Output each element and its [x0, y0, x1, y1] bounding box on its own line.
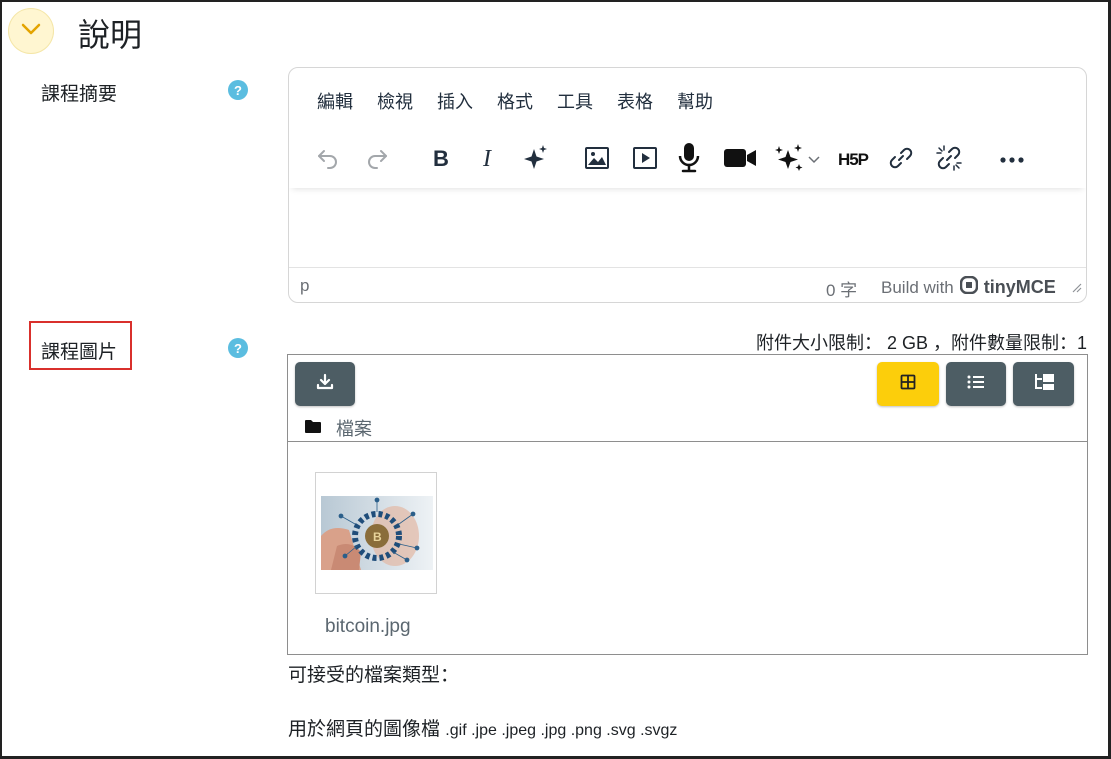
- resize-handle-icon[interactable]: [1070, 278, 1082, 298]
- element-path[interactable]: p: [300, 276, 309, 296]
- editor-statusbar: p 0 字 Build with tinyMCE: [289, 267, 1086, 302]
- file-name[interactable]: bitcoin.jpg: [325, 616, 411, 638]
- file-manager: 檔案 B bitcoin.jpg: [287, 354, 1088, 655]
- chevron-down-icon: [807, 151, 821, 169]
- download-icon: [315, 372, 335, 397]
- grid-icon: [900, 374, 916, 395]
- accepted-types-title: 可接受的檔案類型：: [288, 665, 460, 686]
- view-icons-button[interactable]: [877, 362, 939, 406]
- h5p-button[interactable]: H5P: [835, 142, 871, 178]
- image-help-icon[interactable]: ?: [228, 338, 248, 358]
- link-button[interactable]: [886, 142, 916, 178]
- insert-media-button[interactable]: [630, 142, 660, 178]
- record-audio-button[interactable]: [674, 142, 704, 178]
- image-icon: [584, 146, 610, 175]
- accepted-types-list: 用於網頁的圖像檔 .gif .jpe .jpeg .jpg .png .svg …: [288, 714, 677, 741]
- menu-view[interactable]: 檢視: [377, 88, 413, 114]
- svg-text:B: B: [373, 530, 382, 544]
- folder-icon: [304, 418, 322, 439]
- menu-edit[interactable]: 編輯: [317, 88, 353, 114]
- record-video-button[interactable]: [722, 142, 758, 178]
- extensions: .gif .jpe .jpeg .jpg .png .svg .svgz: [445, 722, 678, 739]
- link-icon: [888, 145, 914, 176]
- unlink-button[interactable]: [934, 142, 964, 178]
- powered-by[interactable]: Build with tinyMCE: [881, 275, 1056, 299]
- editor-menubar: 編輯 檢視 插入 格式 工具 表格 幫助: [289, 68, 1086, 134]
- insert-image-button[interactable]: [582, 142, 612, 178]
- menu-help[interactable]: 幫助: [677, 88, 713, 114]
- view-tree-button[interactable]: [1013, 362, 1074, 406]
- tinymce-logo-icon: [959, 275, 979, 299]
- chevron-down-icon: [21, 22, 41, 40]
- folder-tree-icon: [1033, 373, 1055, 396]
- word-count[interactable]: 0 字: [826, 276, 857, 301]
- redo-button[interactable]: [362, 142, 392, 178]
- file-thumbnail[interactable]: B: [315, 472, 437, 594]
- build-with-text: Build with: [881, 277, 954, 297]
- menu-insert[interactable]: 插入: [437, 88, 473, 114]
- more-icon: [999, 151, 1025, 169]
- breadcrumb: 檔案: [304, 415, 372, 441]
- view-list-button[interactable]: [946, 362, 1006, 406]
- ai-tools-dropdown[interactable]: [771, 142, 823, 178]
- rich-text-editor: 編輯 檢視 插入 格式 工具 表格 幫助 B I H5P p 0 字 Build…: [288, 67, 1087, 303]
- folder-name[interactable]: 檔案: [336, 415, 372, 441]
- editor-content-area[interactable]: [289, 188, 1086, 268]
- collapse-section-button[interactable]: [8, 8, 54, 54]
- type-group-label: 用於網頁的圖像檔: [288, 719, 441, 740]
- menu-format[interactable]: 格式: [497, 88, 533, 114]
- section-title: 說明: [78, 17, 143, 53]
- media-icon: [632, 146, 658, 175]
- editor-toolbar: B I H5P: [289, 134, 1086, 188]
- ai-tools-icon: [773, 142, 807, 179]
- undo-button[interactable]: [313, 142, 343, 178]
- svg-text:B: B: [433, 147, 449, 169]
- summary-help-icon[interactable]: ?: [228, 80, 248, 100]
- summary-label: 課程摘要: [41, 84, 118, 105]
- ai-sparkle-icon: [520, 143, 550, 178]
- file-manager-toolbar: 檔案: [288, 355, 1087, 442]
- bitcoin-image: B: [321, 496, 433, 570]
- video-camera-icon: [723, 147, 757, 174]
- menu-table[interactable]: 表格: [617, 88, 653, 114]
- italic-icon: I: [480, 146, 496, 174]
- image-label: 課程圖片: [41, 342, 118, 363]
- unlink-icon: [935, 144, 963, 177]
- more-button[interactable]: [995, 142, 1029, 178]
- bold-button[interactable]: B: [426, 142, 456, 178]
- bold-icon: B: [431, 146, 451, 174]
- svg-text:I: I: [482, 147, 492, 169]
- h5p-icon: H5P: [837, 150, 869, 169]
- menu-tools[interactable]: 工具: [557, 88, 593, 114]
- microphone-icon: [677, 142, 701, 179]
- list-icon: [967, 374, 985, 395]
- add-file-button[interactable]: [295, 362, 355, 406]
- undo-icon: [316, 147, 340, 174]
- redo-icon: [365, 147, 389, 174]
- tinymce-brand: tinyMCE: [983, 277, 1056, 297]
- attachment-limits: 附件大小限制： 2 GB ，附件數量限制：1: [755, 333, 1087, 353]
- italic-button[interactable]: I: [473, 142, 503, 178]
- ai-assist-button[interactable]: [518, 142, 552, 178]
